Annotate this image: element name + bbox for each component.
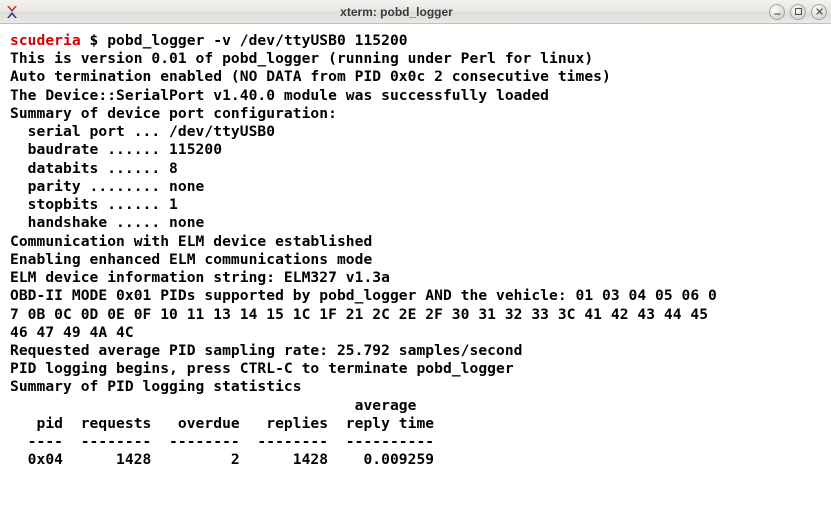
minimize-button[interactable] <box>769 4 785 20</box>
prompt-separator: $ <box>81 32 108 49</box>
app-icon <box>4 4 20 20</box>
prompt-hostname: scuderia <box>10 32 81 49</box>
command-line: pobd_logger -v /dev/ttyUSB0 115200 <box>107 32 407 49</box>
window-titlebar: xterm: pobd_logger <box>0 0 831 24</box>
window-controls <box>769 4 827 20</box>
close-button[interactable] <box>811 4 827 20</box>
terminal-output[interactable]: scuderia $ pobd_logger -v /dev/ttyUSB0 1… <box>0 24 831 517</box>
terminal-text: This is version 0.01 of pobd_logger (run… <box>10 50 717 468</box>
window-title: xterm: pobd_logger <box>24 5 769 19</box>
maximize-button[interactable] <box>790 4 806 20</box>
